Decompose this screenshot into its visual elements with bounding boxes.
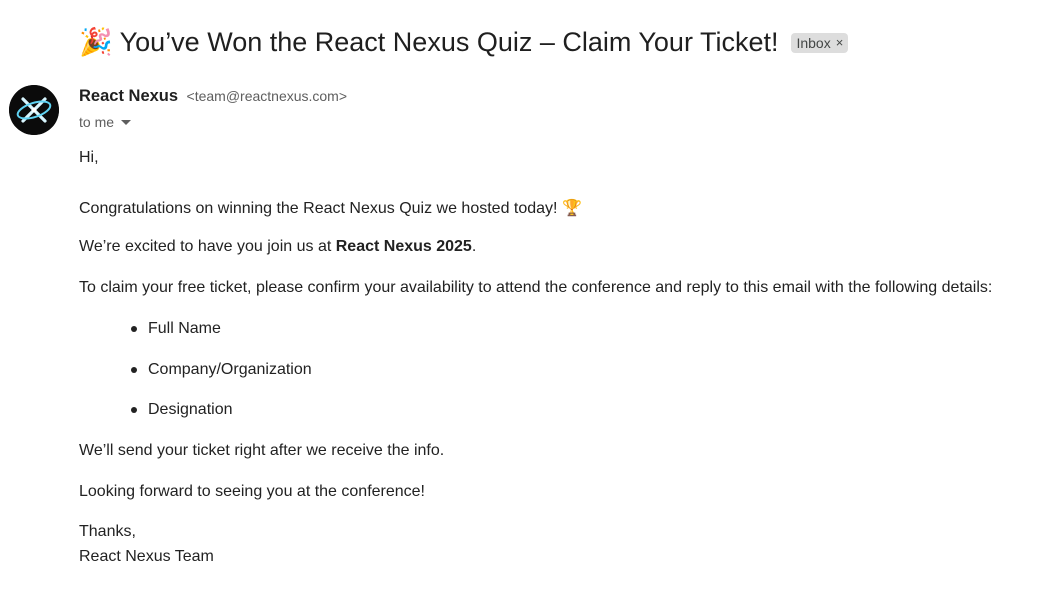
sender-name[interactable]: React Nexus <box>79 87 178 105</box>
sign-off: Thanks, <box>79 523 136 540</box>
excited-text: We’re excited to have you join us at <box>79 238 336 255</box>
congrats-paragraph: Congratulations on winning the React Nex… <box>79 198 582 218</box>
list-item: Designation <box>131 401 312 442</box>
excited-period: . <box>471 238 477 255</box>
greeting: Hi, <box>79 149 99 166</box>
caret-down-icon[interactable] <box>121 120 132 125</box>
claim-paragraph: To claim your free ticket, please confir… <box>79 279 993 296</box>
list-item: Full Name <box>131 320 312 361</box>
send-paragraph: We’ll send your ticket right after we re… <box>79 442 445 459</box>
inbox-label-text: Inbox <box>796 35 831 51</box>
email-subject: You’ve Won the React Nexus Quiz – Claim … <box>119 27 779 57</box>
event-name: React Nexus 2025 <box>335 238 472 255</box>
sender-email[interactable]: <team@reactnexus.com> <box>187 88 348 104</box>
congrats-text: Congratulations on winning the React Nex… <box>79 200 558 217</box>
sender-avatar[interactable] <box>9 85 59 135</box>
inbox-label-chip[interactable]: Inbox × <box>791 33 849 53</box>
subject-row: 🎉 You’ve Won the React Nexus Quiz – Clai… <box>79 22 1037 62</box>
party-popper-icon: 🎉 <box>79 26 113 57</box>
recipient-text: to me <box>79 114 115 130</box>
details-list: Full Name Company/Organization Designati… <box>131 320 312 442</box>
looking-forward-paragraph: Looking forward to seeing you at the con… <box>79 483 425 500</box>
excited-paragraph: We’re excited to have you join us at Rea… <box>79 238 476 256</box>
sender-line: React Nexus <team@reactnexus.com> <box>79 87 347 106</box>
trophy-icon: 🏆 <box>561 200 582 217</box>
signature: React Nexus Team <box>79 548 214 565</box>
react-nexus-logo-icon <box>9 85 59 135</box>
list-item: Company/Organization <box>131 361 312 402</box>
remove-label-icon[interactable]: × <box>836 34 844 52</box>
recipient-details-toggle[interactable]: to me <box>79 114 132 130</box>
